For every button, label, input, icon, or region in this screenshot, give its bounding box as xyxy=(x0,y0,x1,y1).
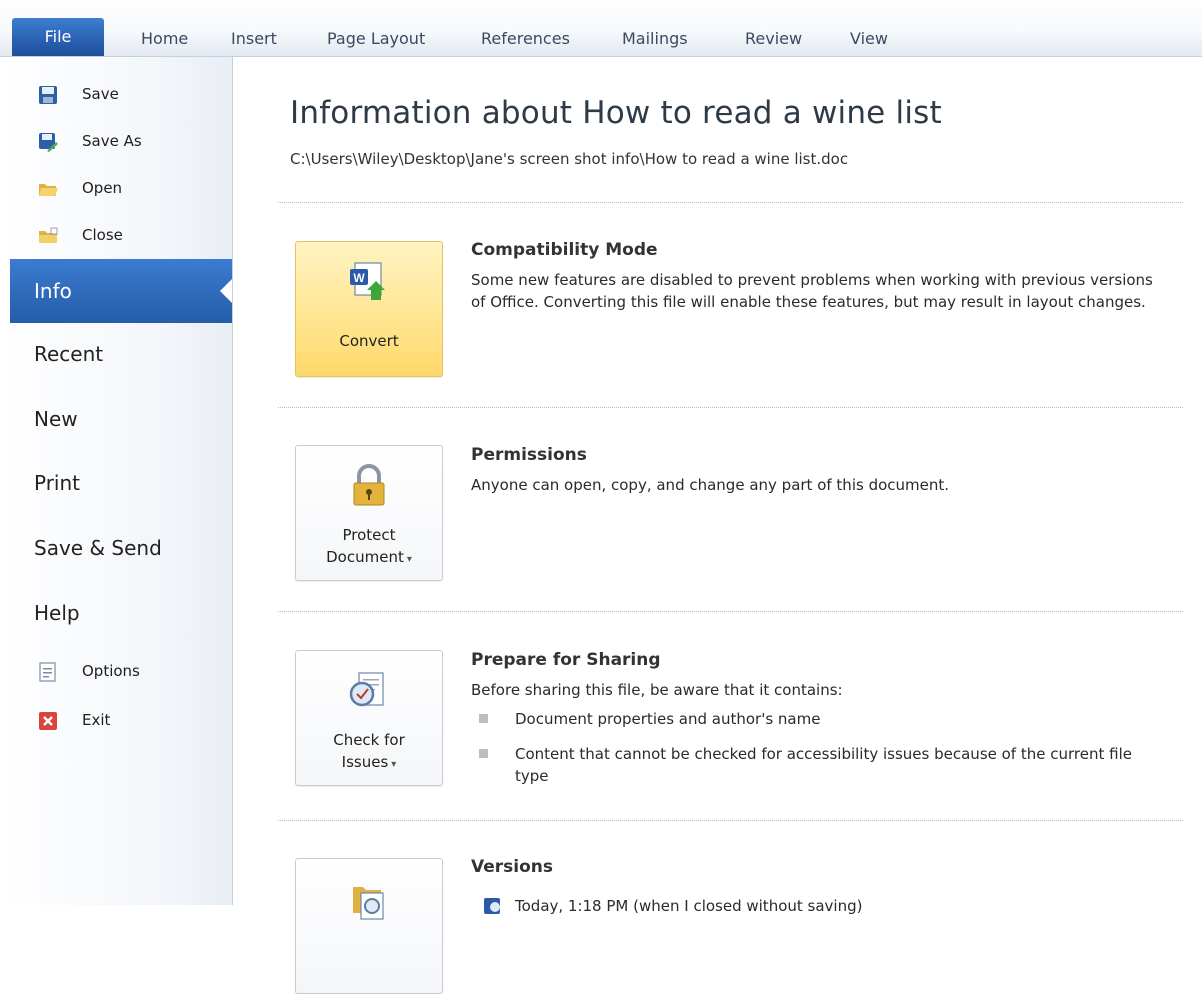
tab-home[interactable]: Home xyxy=(141,22,188,56)
open-label: Open xyxy=(82,179,123,197)
save-icon xyxy=(39,86,57,104)
section-body-permissions: Anyone can open, copy, and change any pa… xyxy=(471,476,950,494)
ribbon-tab-bar: File Home Insert Page Layout References … xyxy=(0,0,1202,57)
nav-item-info-label: Info xyxy=(34,279,72,303)
section-title-versions: Versions xyxy=(471,857,553,877)
dropdown-arrow-icon: ▾ xyxy=(391,759,397,770)
check-for-issues-label-line1: Check for xyxy=(333,731,405,749)
section-title-prepare-sharing: Prepare for Sharing xyxy=(471,650,661,670)
close-label: Close xyxy=(82,226,123,244)
protect-document-button[interactable]: Protect Document ▾ xyxy=(295,445,443,581)
close-folder-icon xyxy=(39,227,58,243)
section-body-prepare-sharing: Before sharing this file, be aware that … xyxy=(471,681,843,699)
nav-item-recent[interactable]: Recent xyxy=(34,342,103,366)
exit-icon xyxy=(39,712,57,730)
tab-references[interactable]: References xyxy=(481,22,570,56)
info-panel: Information about How to read a wine lis… xyxy=(233,57,1202,994)
padlock-keys-icon xyxy=(353,464,385,506)
section-title-compatibility: Compatibility Mode xyxy=(471,240,658,260)
separator xyxy=(278,611,1183,612)
separator xyxy=(278,820,1183,821)
separator xyxy=(278,407,1183,408)
section-title-permissions: Permissions xyxy=(471,445,587,465)
save-as-label: Save As xyxy=(82,132,142,150)
protect-document-label-line2: Document ▾ xyxy=(326,548,412,566)
tab-mailings[interactable]: Mailings xyxy=(622,22,688,56)
check-for-issues-label-line2: Issues ▾ xyxy=(341,753,397,771)
selection-notch xyxy=(220,279,232,303)
convert-button[interactable]: W Convert xyxy=(295,241,443,377)
section-body-compatibility: Some new features are disabled to preven… xyxy=(471,271,1153,311)
convert-button-label: Convert xyxy=(339,332,399,350)
options-label: Options xyxy=(82,662,140,680)
sharing-item: Content that cannot be checked for acces… xyxy=(515,745,1132,785)
nav-item-save-send[interactable]: Save & Send xyxy=(34,536,162,560)
inspect-document-icon xyxy=(349,672,384,707)
tab-review[interactable]: Review xyxy=(745,22,802,56)
nav-item-help[interactable]: Help xyxy=(34,601,80,625)
tab-page-layout[interactable]: Page Layout xyxy=(327,22,425,56)
bullet-icon xyxy=(479,714,488,723)
save-as-icon xyxy=(39,133,58,152)
tab-insert[interactable]: Insert xyxy=(231,22,277,56)
nav-item-info[interactable]: Info xyxy=(10,259,232,323)
versions-icon xyxy=(353,887,384,920)
sharing-item: Document properties and author's name xyxy=(515,710,821,728)
check-for-issues-button[interactable]: Check for Issues ▾ xyxy=(295,650,443,786)
separator xyxy=(278,202,1183,203)
bullet-icon xyxy=(479,749,488,758)
nav-item-new[interactable]: New xyxy=(34,407,78,431)
page-title: Information about How to read a wine lis… xyxy=(290,95,942,131)
versions-doc-icon xyxy=(483,897,503,915)
manage-versions-button[interactable] xyxy=(295,858,443,994)
convert-document-icon: W xyxy=(350,262,385,300)
tab-file[interactable]: File xyxy=(12,18,104,56)
options-icon xyxy=(39,662,56,682)
backstage-navigation: Save Save As Open Close Info Recent New … xyxy=(0,57,233,905)
open-folder-icon xyxy=(39,184,58,196)
nav-item-print[interactable]: Print xyxy=(34,471,80,495)
tab-view[interactable]: View xyxy=(850,22,888,56)
save-label: Save xyxy=(82,85,119,103)
file-path: C:\Users\Wiley\Desktop\Jane's screen sho… xyxy=(290,150,849,168)
dropdown-arrow-icon: ▾ xyxy=(406,554,412,565)
svg-text:W: W xyxy=(353,271,365,285)
version-entry[interactable]: Today, 1:18 PM (when I closed without sa… xyxy=(515,895,1202,917)
exit-label: Exit xyxy=(82,711,111,729)
protect-document-label-line1: Protect xyxy=(342,526,396,544)
